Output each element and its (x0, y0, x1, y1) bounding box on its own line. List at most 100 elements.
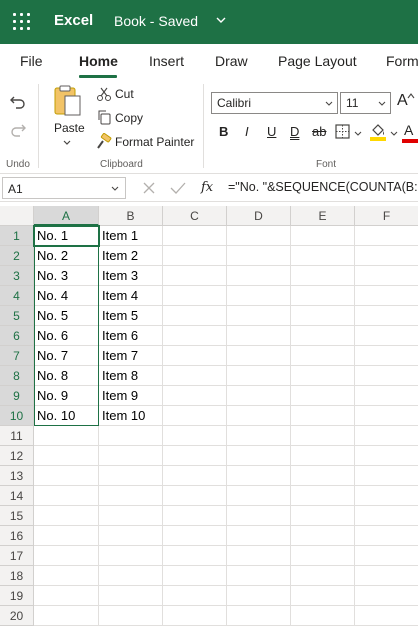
cell-b1[interactable]: Item 1 (99, 226, 163, 246)
tab-home[interactable]: Home (79, 53, 118, 69)
font-color-button[interactable]: A (404, 122, 413, 138)
cell-e7[interactable] (291, 346, 355, 366)
cell-a8[interactable]: No. 8 (34, 366, 99, 386)
cell-d10[interactable] (227, 406, 291, 426)
cell-a1[interactable]: No. 1 (34, 226, 99, 246)
cell-f13[interactable] (355, 466, 418, 486)
app-name[interactable]: Excel (54, 12, 93, 29)
cell-c4[interactable] (163, 286, 227, 306)
cell-d6[interactable] (227, 326, 291, 346)
row-header-13[interactable]: 13 (0, 466, 34, 486)
column-header-d[interactable]: D (227, 206, 291, 226)
cell-e20[interactable] (291, 606, 355, 626)
chevron-down-icon[interactable] (215, 14, 227, 26)
chevron-down-icon[interactable] (62, 138, 72, 148)
select-all-corner[interactable] (0, 206, 34, 226)
row-header-18[interactable]: 18 (0, 566, 34, 586)
cancel-icon[interactable] (142, 181, 156, 195)
cell-d3[interactable] (227, 266, 291, 286)
row-header-7[interactable]: 7 (0, 346, 34, 366)
cell-d11[interactable] (227, 426, 291, 446)
insert-function-button[interactable]: fx (201, 180, 213, 195)
cell-c6[interactable] (163, 326, 227, 346)
cell-b3[interactable]: Item 3 (99, 266, 163, 286)
column-header-b[interactable]: B (99, 206, 163, 226)
cell-b5[interactable]: Item 5 (99, 306, 163, 326)
format-painter-button[interactable]: Format Painter (115, 135, 194, 149)
cell-b13[interactable] (99, 466, 163, 486)
borders-icon[interactable] (335, 124, 350, 139)
cell-f4[interactable] (355, 286, 418, 306)
cell-b19[interactable] (99, 586, 163, 606)
column-header-f[interactable]: F (355, 206, 418, 226)
cell-f10[interactable] (355, 406, 418, 426)
document-name[interactable]: Book - Saved (114, 13, 198, 29)
cell-f12[interactable] (355, 446, 418, 466)
cell-c8[interactable] (163, 366, 227, 386)
row-header-15[interactable]: 15 (0, 506, 34, 526)
row-header-12[interactable]: 12 (0, 446, 34, 466)
paste-icon[interactable] (52, 84, 84, 118)
row-header-5[interactable]: 5 (0, 306, 34, 326)
cell-a20[interactable] (34, 606, 99, 626)
row-header-17[interactable]: 17 (0, 546, 34, 566)
cell-a3[interactable]: No. 3 (34, 266, 99, 286)
cell-e18[interactable] (291, 566, 355, 586)
cell-c18[interactable] (163, 566, 227, 586)
cell-f18[interactable] (355, 566, 418, 586)
cell-a16[interactable] (34, 526, 99, 546)
cell-f6[interactable] (355, 326, 418, 346)
row-header-11[interactable]: 11 (0, 426, 34, 446)
cell-e8[interactable] (291, 366, 355, 386)
cell-c14[interactable] (163, 486, 227, 506)
cell-c13[interactable] (163, 466, 227, 486)
cell-e13[interactable] (291, 466, 355, 486)
cell-c9[interactable] (163, 386, 227, 406)
cell-f20[interactable] (355, 606, 418, 626)
cell-e4[interactable] (291, 286, 355, 306)
copy-button[interactable]: Copy (115, 111, 143, 125)
cell-b11[interactable] (99, 426, 163, 446)
row-header-19[interactable]: 19 (0, 586, 34, 606)
cell-c15[interactable] (163, 506, 227, 526)
cell-f7[interactable] (355, 346, 418, 366)
row-header-14[interactable]: 14 (0, 486, 34, 506)
spreadsheet-grid[interactable]: A B C D E F 1 No. 1 Item 1 2 No. 2 Item 2 3 No. 3 Item… (0, 206, 418, 626)
column-header-c[interactable]: C (163, 206, 227, 226)
cell-d17[interactable] (227, 546, 291, 566)
cell-a11[interactable] (34, 426, 99, 446)
cell-b16[interactable] (99, 526, 163, 546)
enter-check-icon[interactable] (170, 181, 186, 195)
column-header-e[interactable]: E (291, 206, 355, 226)
name-box[interactable]: A1 (2, 177, 126, 199)
cell-f11[interactable] (355, 426, 418, 446)
cell-a19[interactable] (34, 586, 99, 606)
cell-c1[interactable] (163, 226, 227, 246)
cell-f19[interactable] (355, 586, 418, 606)
cell-c2[interactable] (163, 246, 227, 266)
cell-b17[interactable] (99, 546, 163, 566)
chevron-down-icon[interactable] (354, 130, 362, 138)
cell-c5[interactable] (163, 306, 227, 326)
tab-insert[interactable]: Insert (149, 53, 184, 69)
cell-a7[interactable]: No. 7 (34, 346, 99, 366)
tab-draw[interactable]: Draw (215, 53, 248, 69)
font-size-dropdown[interactable]: 11 (340, 92, 391, 114)
cell-b20[interactable] (99, 606, 163, 626)
cell-f2[interactable] (355, 246, 418, 266)
cell-a17[interactable] (34, 546, 99, 566)
formula-input[interactable]: ="No. "&SEQUENCE(COUNTA(B: (228, 180, 418, 194)
cell-e17[interactable] (291, 546, 355, 566)
strikethrough-button[interactable]: ab (312, 124, 326, 139)
underline-button[interactable]: U (267, 124, 276, 139)
cell-a6[interactable]: No. 6 (34, 326, 99, 346)
cell-c20[interactable] (163, 606, 227, 626)
cell-b4[interactable]: Item 4 (99, 286, 163, 306)
cell-e12[interactable] (291, 446, 355, 466)
cell-e10[interactable] (291, 406, 355, 426)
cell-b10[interactable]: Item 10 (99, 406, 163, 426)
cell-f14[interactable] (355, 486, 418, 506)
cell-d8[interactable] (227, 366, 291, 386)
cell-a14[interactable] (34, 486, 99, 506)
copy-icon[interactable] (96, 109, 112, 125)
